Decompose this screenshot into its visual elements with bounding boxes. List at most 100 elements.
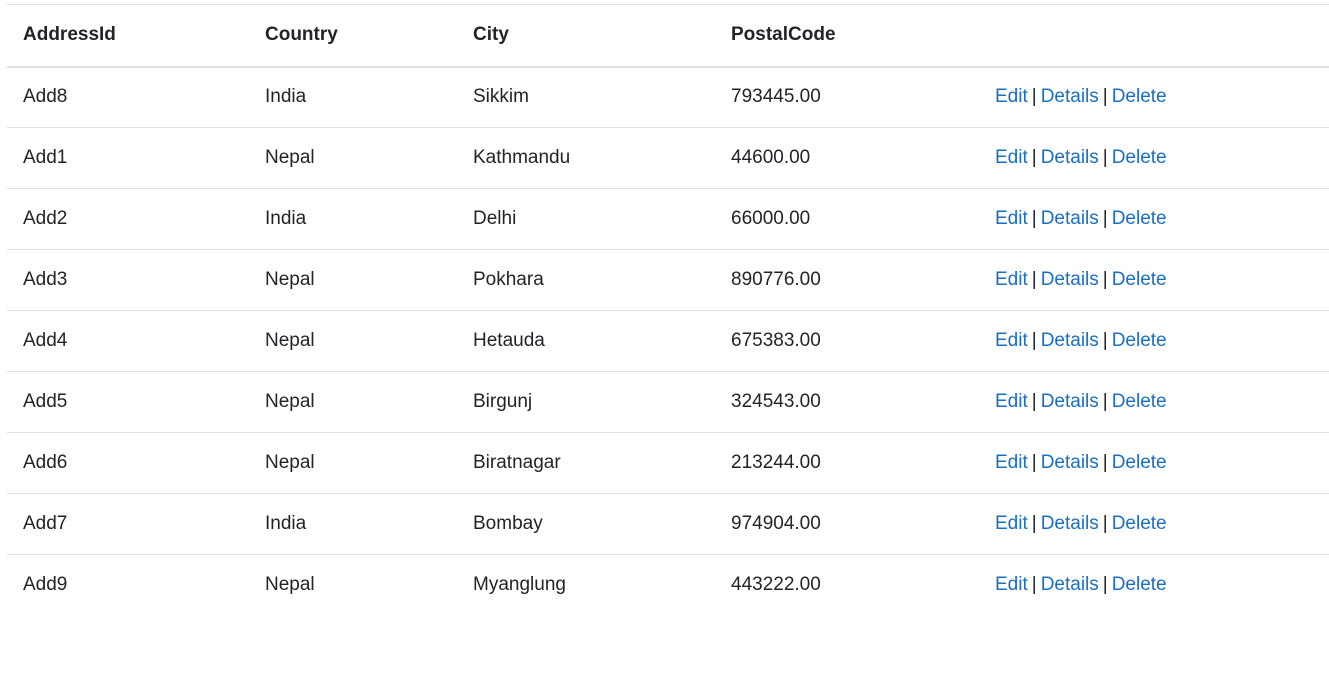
cell-postal-code: 974904.00 [731,513,821,534]
cell-actions: Edit | Details | Delete [979,128,1329,189]
cell-actions: Edit | Details | Delete [979,494,1329,555]
cell-actions: Edit | Details | Delete [979,555,1329,616]
action-separator: | [1102,147,1108,168]
cell-actions: Edit | Details | Delete [979,250,1329,311]
cell-address-id: Add7 [23,513,68,534]
action-separator: | [1031,391,1037,412]
table-row: Add5 Nepal Birgunj 324543.00 Edit | Details | De… [7,372,1329,433]
cell-city: Biratnagar [473,452,561,473]
action-separator: | [1102,391,1108,412]
action-separator: | [1102,208,1108,229]
cell-country: Nepal [265,269,315,290]
edit-link[interactable]: Edit [995,574,1028,595]
cell-country: Nepal [265,147,315,168]
delete-link[interactable]: Delete [1112,330,1167,351]
cell-address-id: Add1 [23,147,68,168]
table-row: Add8 India Sikkim 793445.00 Edit | Details | Del… [7,67,1329,128]
delete-link[interactable]: Delete [1112,391,1167,412]
details-link[interactable]: Details [1041,391,1099,412]
table-header: AddressId Country City PostalCode [7,4,1329,67]
action-separator: | [1031,452,1037,473]
header-row: AddressId Country City PostalCode [7,4,1329,67]
cell-country: Nepal [265,452,315,473]
action-separator: | [1102,574,1108,596]
edit-link[interactable]: Edit [995,147,1028,168]
action-separator: | [1102,86,1108,108]
cell-postal-code: 890776.00 [731,269,821,290]
action-separator: | [1102,452,1108,473]
action-separator: | [1031,208,1037,229]
cell-postal-code: 44600.00 [731,147,811,168]
table-row: Add1 Nepal Kathmandu 44600.00 Edit | Details | D… [7,128,1329,189]
cell-address-id: Add9 [23,574,68,596]
details-link[interactable]: Details [1041,86,1099,107]
header-country: Country [265,24,338,46]
edit-link[interactable]: Edit [995,269,1028,290]
details-link[interactable]: Details [1041,330,1099,351]
cell-actions: Edit | Details | Delete [979,67,1329,128]
edit-link[interactable]: Edit [995,86,1028,107]
cell-city: Bombay [473,513,543,534]
delete-link[interactable]: Delete [1112,208,1167,229]
details-link[interactable]: Details [1041,269,1099,290]
cell-actions: Edit | Details | Delete [979,433,1329,494]
edit-link[interactable]: Edit [995,208,1028,229]
details-link[interactable]: Details [1041,574,1099,595]
details-link[interactable]: Details [1041,513,1099,534]
cell-address-id: Add4 [23,330,68,351]
cell-city: Myanglung [473,574,566,596]
cell-postal-code: 443222.00 [731,574,821,596]
edit-link[interactable]: Edit [995,330,1028,351]
address-table-container: AddressId Country City PostalCode Add8 In… [7,4,1329,616]
cell-country: Nepal [265,391,315,412]
delete-link[interactable]: Delete [1112,147,1167,168]
cell-actions: Edit | Details | Delete [979,189,1329,250]
action-separator: | [1031,86,1037,108]
table-row: Add6 Nepal Biratnagar 213244.00 Edit | Details… [7,433,1329,494]
cell-address-id: Add8 [23,86,68,108]
edit-link[interactable]: Edit [995,452,1028,473]
cell-address-id: Add6 [23,452,68,473]
cell-address-id: Add3 [23,269,68,290]
cell-postal-code: 793445.00 [731,86,821,108]
table-row: Add7 India Bombay 974904.00 Edit | Details | Del… [7,494,1329,555]
address-table: AddressId Country City PostalCode Add8 In… [7,4,1329,616]
cell-country: Nepal [265,330,315,351]
header-postal-code: PostalCode [731,24,836,46]
action-separator: | [1102,330,1108,351]
edit-link[interactable]: Edit [995,513,1028,534]
details-link[interactable]: Details [1041,208,1099,229]
action-separator: | [1102,269,1108,290]
action-separator: | [1031,513,1037,534]
header-actions [979,5,1329,67]
cell-address-id: Add2 [23,208,68,229]
delete-link[interactable]: Delete [1112,574,1167,595]
cell-actions: Edit | Details | Delete [979,372,1329,433]
cell-city: Birgunj [473,391,533,412]
header-address-id: AddressId [23,24,116,46]
table-row: Add9 Nepal Myanglung 443222.00 Edit | Details |… [7,555,1329,616]
cell-actions: Edit | Details | Delete [979,311,1329,372]
edit-link[interactable]: Edit [995,391,1028,412]
table-body: Add8 India Sikkim 793445.00 Edit | Details | Del… [7,67,1329,616]
delete-link[interactable]: Delete [1112,86,1167,107]
delete-link[interactable]: Delete [1112,269,1167,290]
delete-link[interactable]: Delete [1112,513,1167,534]
cell-postal-code: 675383.00 [731,330,821,351]
action-separator: | [1102,513,1108,534]
details-link[interactable]: Details [1041,147,1099,168]
cell-postal-code: 324543.00 [731,391,821,412]
cell-city: Hetauda [473,330,545,351]
action-separator: | [1031,330,1037,351]
cell-country: Nepal [265,574,315,596]
cell-country: India [265,208,307,229]
cell-city: Kathmandu [473,147,571,168]
header-city: City [473,24,509,46]
cell-address-id: Add5 [23,391,68,412]
cell-country: India [265,513,307,534]
delete-link[interactable]: Delete [1112,452,1167,473]
details-link[interactable]: Details [1041,452,1099,473]
cell-postal-code: 66000.00 [731,208,811,229]
action-separator: | [1031,147,1037,168]
cell-city: Sikkim [473,86,529,108]
